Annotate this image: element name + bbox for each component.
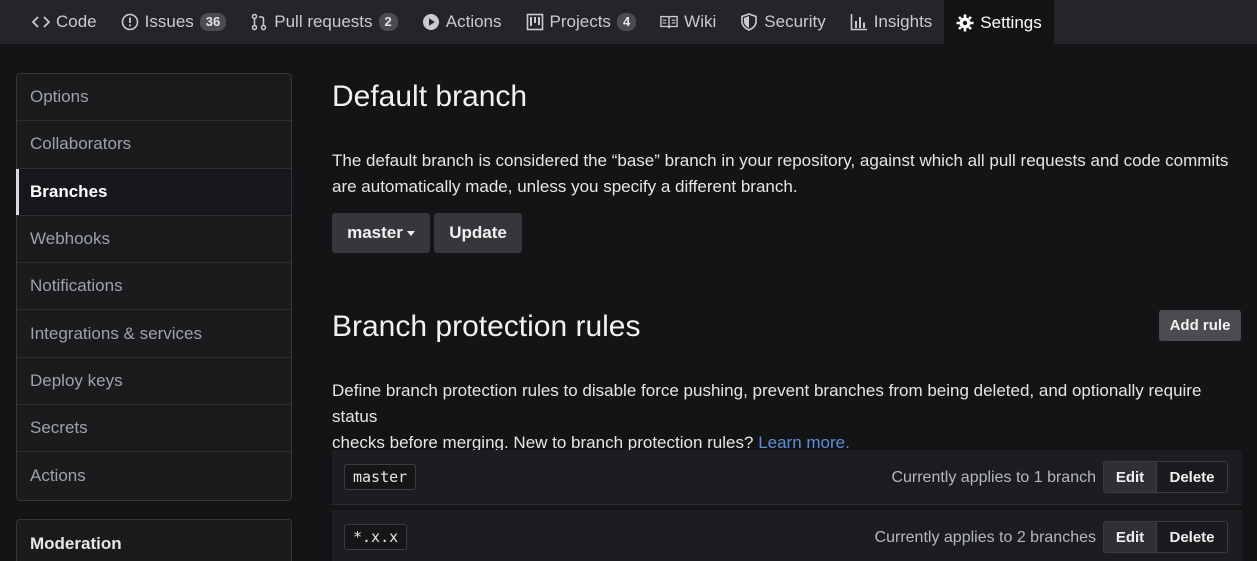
tab-label: Insights	[873, 12, 933, 31]
default-branch-title: Default branch	[332, 80, 528, 113]
sidebar-item-integrations[interactable]: Integrations & services	[17, 310, 291, 358]
tab-issues[interactable]: Issues 36	[109, 0, 239, 44]
rule-pattern: master	[344, 464, 417, 490]
tab-insights[interactable]: Insights	[838, 0, 945, 44]
book-icon	[660, 13, 678, 31]
rule-pattern: *.x.x	[344, 524, 408, 550]
sidebar-item-options[interactable]: Options	[17, 74, 291, 122]
branch-select-value: master	[347, 223, 403, 242]
gear-icon	[956, 14, 974, 32]
tab-security[interactable]: Security	[728, 0, 837, 44]
tab-projects[interactable]: Projects 4	[514, 0, 649, 44]
default-branch-description-line: are automatically made, unless you speci…	[332, 177, 798, 196]
shield-icon	[740, 13, 758, 31]
issues-count-badge: 36	[199, 13, 227, 31]
graph-icon	[850, 13, 868, 31]
default-branch-description-line: The default branch is considered the “ba…	[332, 151, 1229, 170]
branch-protection-description: Define branch protection rules to disabl…	[332, 378, 1242, 456]
sidebar-item-secrets[interactable]: Secrets	[17, 405, 291, 453]
delete-rule-button[interactable]: Delete	[1157, 521, 1228, 553]
tab-actions[interactable]: Actions	[410, 0, 514, 44]
moderation-heading: Moderation	[30, 533, 122, 553]
tab-label: Issues	[144, 12, 194, 31]
tab-label: Pull requests	[274, 12, 373, 31]
protection-rule-row: *.x.x Currently applies to 2 branches Ed…	[332, 510, 1242, 561]
projects-count-badge: 4	[616, 13, 637, 31]
tab-wiki[interactable]: Wiki	[648, 0, 728, 44]
tab-label: Projects	[549, 12, 611, 31]
rule-applies-text: Currently applies to 2 branches	[874, 528, 1096, 546]
tab-label: Wiki	[684, 12, 717, 31]
sidebar-item-deploy-keys[interactable]: Deploy keys	[17, 358, 291, 406]
settings-sidebar: Options Collaborators Branches Webhooks …	[16, 73, 292, 501]
default-branch-description: The default branch is considered the “ba…	[332, 148, 1242, 200]
sidebar-item-collaborators[interactable]: Collaborators	[17, 121, 291, 169]
branch-select[interactable]: master	[332, 213, 430, 253]
issue-icon	[121, 13, 139, 31]
add-rule-button[interactable]: Add rule	[1159, 310, 1241, 341]
project-icon	[526, 13, 544, 31]
sidebar-item-notifications[interactable]: Notifications	[17, 263, 291, 311]
delete-rule-button[interactable]: Delete	[1157, 461, 1228, 493]
caret-down-icon	[406, 230, 415, 236]
branch-protection-title: Branch protection rules	[332, 310, 641, 343]
rule-applies-text: Currently applies to 1 branch	[891, 468, 1096, 486]
edit-rule-button[interactable]: Edit	[1103, 521, 1157, 553]
branch-protection-description-line: Define branch protection rules to disabl…	[332, 381, 1202, 426]
tab-pull-requests[interactable]: Pull requests 2	[238, 0, 410, 44]
pull-request-icon	[250, 13, 268, 31]
tab-label: Settings	[980, 13, 1042, 32]
play-icon	[422, 13, 440, 31]
code-icon	[32, 13, 50, 31]
tab-settings[interactable]: Settings	[944, 0, 1054, 44]
tab-code[interactable]: Code	[20, 0, 109, 44]
tab-label: Security	[764, 12, 826, 31]
sidebar-item-actions[interactable]: Actions	[17, 452, 291, 499]
sidebar-item-branches[interactable]: Branches	[16, 168, 291, 216]
sidebar-item-webhooks[interactable]: Webhooks	[17, 216, 291, 264]
protection-rule-row: master Currently applies to 1 branch Edi…	[332, 450, 1242, 505]
moderation-sidebar: Moderation	[16, 519, 292, 561]
repo-nav: Code Issues 36 Pull requests 2 Actions P…	[0, 0, 1257, 44]
tab-label: Actions	[445, 12, 502, 31]
update-button[interactable]: Update	[434, 213, 522, 253]
tab-label: Code	[56, 12, 97, 31]
edit-rule-button[interactable]: Edit	[1103, 461, 1157, 493]
pull-requests-count-badge: 2	[378, 13, 398, 31]
